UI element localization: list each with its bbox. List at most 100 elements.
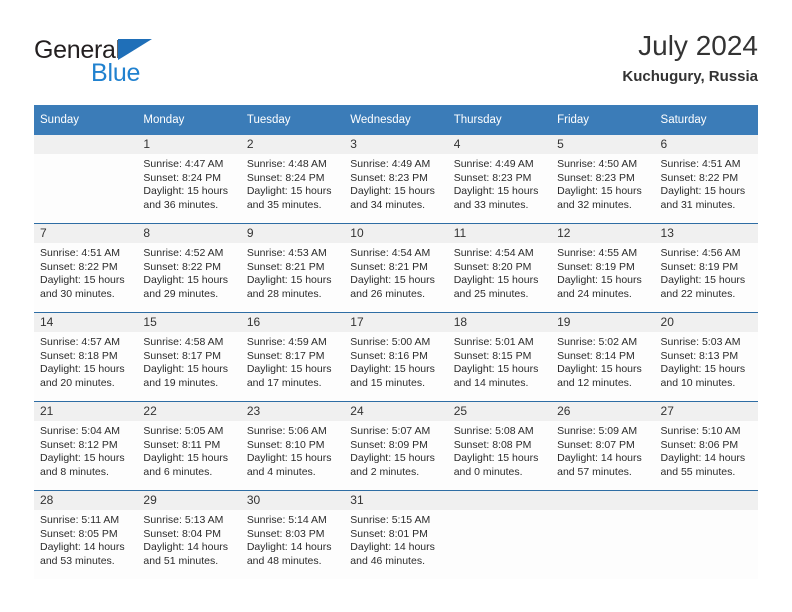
calendar-day-cell[interactable]: 1 Sunrise: 4:47 AM Sunset: 8:24 PM Daylight… [137, 135, 241, 224]
day-number: 5 [551, 135, 655, 154]
calendar-day-cell[interactable]: 20 Sunrise: 5:03 AM Sunset: 8:13 PM Dayligh… [654, 312, 758, 402]
day-details: Sunrise: 4:59 AM Sunset: 8:17 PM Daylight:… [241, 332, 344, 390]
calendar-day-cell[interactable]: 21 Sunrise: 5:04 AM Sunset: 8:12 PM Dayligh… [34, 401, 138, 491]
day-details: Sunrise: 5:04 AM Sunset: 8:12 PM Daylight:… [34, 421, 137, 479]
weekday-header-row: Sunday Monday Tuesday Wednesday Thursday Frid… [34, 105, 758, 135]
calendar-day-cell[interactable]: 13 Sunrise: 4:56 AM Sunset: 8:19 PM Dayligh… [654, 223, 758, 313]
sunrise-time: Sunrise: 4:57 AM [40, 336, 120, 348]
daylight-minutes: and 51 minutes. [143, 554, 219, 567]
calendar-day-cell[interactable]: 18 Sunrise: 5:01 AM Sunset: 8:15 PM Dayligh… [447, 312, 552, 402]
day-details: Sunrise: 5:10 AM Sunset: 8:06 PM Daylight:… [655, 421, 758, 479]
calendar-day-cell[interactable]: 9 Sunrise: 4:53 AM Sunset: 8:21 PM Daylight… [240, 223, 345, 313]
day-details: Sunrise: 5:03 AM Sunset: 8:13 PM Daylight:… [655, 332, 758, 390]
calendar-day-cell[interactable]: 15 Sunrise: 4:58 AM Sunset: 8:17 PM Dayligh… [137, 312, 241, 402]
daylight-minutes: and 19 minutes. [143, 376, 219, 389]
calendar-day-cell[interactable]: 19 Sunrise: 5:02 AM Sunset: 8:14 PM Dayligh… [551, 312, 655, 402]
calendar-day-cell[interactable]: 22 Sunrise: 5:05 AM Sunset: 8:11 PM Dayligh… [137, 401, 241, 491]
calendar-day-cell[interactable]: 25 Sunrise: 5:08 AM Sunset: 8:08 PM Dayligh… [447, 401, 552, 491]
daylight-hours: Daylight: 15 hours [557, 363, 642, 376]
day-details: Sunrise: 4:48 AM Sunset: 8:24 PM Daylight:… [241, 154, 344, 212]
calendar-week-row: 14 Sunrise: 4:57 AM Sunset: 8:18 PM Dayligh… [34, 312, 758, 402]
day-details: Sunrise: 4:49 AM Sunset: 8:23 PM Daylight:… [344, 154, 447, 212]
day-number: 31 [344, 491, 448, 510]
day-details: Sunrise: 4:50 AM Sunset: 8:23 PM Daylight:… [551, 154, 654, 212]
calendar-day-cell[interactable]: 31 Sunrise: 5:15 AM Sunset: 8:01 PM Dayligh… [344, 490, 448, 579]
daylight-minutes: and 14 minutes. [453, 376, 529, 389]
calendar-day-cell[interactable]: 16 Sunrise: 4:59 AM Sunset: 8:17 PM Dayligh… [240, 312, 345, 402]
day-cell-inner: 21 Sunrise: 5:04 AM Sunset: 8:12 PM Dayligh… [34, 402, 138, 490]
calendar-day-cell[interactable]: 29 Sunrise: 5:13 AM Sunset: 8:04 PM Dayligh… [137, 490, 241, 579]
daylight-hours: Daylight: 15 hours [246, 274, 332, 287]
calendar-day-cell[interactable]: 12 Sunrise: 4:55 AM Sunset: 8:19 PM Dayligh… [551, 223, 655, 313]
calendar-day-cell[interactable]: 2 Sunrise: 4:48 AM Sunset: 8:24 PM Daylight… [240, 135, 345, 224]
day-number: 6 [654, 135, 758, 154]
sunrise-time: Sunrise: 4:51 AM [40, 247, 120, 259]
calendar-day-cell[interactable]: 11 Sunrise: 4:54 AM Sunset: 8:20 PM Dayligh… [447, 223, 552, 313]
day-number: 21 [34, 402, 138, 421]
calendar-day-cell[interactable]: 7 Sunrise: 4:51 AM Sunset: 8:22 PM Daylight… [34, 223, 138, 313]
sunrise-time: Sunrise: 5:06 AM [246, 425, 327, 437]
day-details: Sunrise: 5:15 AM Sunset: 8:01 PM Daylight:… [344, 510, 447, 568]
calendar-day-cell[interactable]: 14 Sunrise: 4:57 AM Sunset: 8:18 PM Dayligh… [34, 312, 138, 402]
sunset-time: Sunset: 8:14 PM [557, 349, 635, 362]
day-details: Sunrise: 5:01 AM Sunset: 8:15 PM Daylight:… [448, 332, 551, 390]
daylight-hours: Daylight: 15 hours [557, 274, 642, 287]
calendar-day-cell[interactable]: 28 Sunrise: 5:11 AM Sunset: 8:05 PM Dayligh… [34, 490, 138, 579]
calendar-day-cell[interactable]: 27 Sunrise: 5:10 AM Sunset: 8:06 PM Dayligh… [654, 401, 758, 491]
calendar-day-cell[interactable]: 4 Sunrise: 4:49 AM Sunset: 8:23 PM Daylight… [447, 135, 552, 224]
calendar-day-cell[interactable]: 17 Sunrise: 5:00 AM Sunset: 8:16 PM Dayligh… [344, 312, 448, 402]
day-number [34, 135, 138, 154]
sunrise-time: Sunrise: 4:54 AM [453, 247, 534, 259]
daylight-hours: Daylight: 15 hours [453, 185, 539, 198]
weekday-header-thursday: Thursday [447, 105, 552, 135]
sunrise-time: Sunrise: 4:56 AM [660, 247, 741, 259]
day-cell-inner: 27 Sunrise: 5:10 AM Sunset: 8:06 PM Dayligh… [654, 402, 758, 490]
day-number [447, 491, 552, 510]
daylight-hours: Daylight: 14 hours [557, 452, 642, 465]
day-number: 29 [137, 491, 241, 510]
day-number: 8 [137, 224, 241, 243]
daylight-minutes: and 4 minutes. [246, 465, 316, 478]
sunset-time: Sunset: 8:23 PM [350, 171, 428, 184]
day-details [34, 154, 137, 158]
day-details: Sunrise: 5:13 AM Sunset: 8:04 PM Daylight:… [137, 510, 240, 568]
calendar-day-cell[interactable]: 6 Sunrise: 4:51 AM Sunset: 8:22 PM Daylight… [654, 135, 758, 224]
sunset-time: Sunset: 8:23 PM [453, 171, 532, 184]
sunset-time: Sunset: 8:04 PM [143, 527, 222, 540]
day-details: Sunrise: 4:56 AM Sunset: 8:19 PM Daylight:… [655, 243, 758, 301]
daylight-hours: Daylight: 14 hours [350, 541, 435, 554]
weekday-header-tuesday: Tuesday [240, 105, 345, 135]
day-details: Sunrise: 5:09 AM Sunset: 8:07 PM Daylight:… [551, 421, 654, 479]
day-number: 11 [447, 224, 552, 243]
daylight-minutes: and 33 minutes. [453, 198, 529, 211]
calendar-day-cell[interactable]: 10 Sunrise: 4:54 AM Sunset: 8:21 PM Dayligh… [344, 223, 448, 313]
calendar-body: 1 Sunrise: 4:47 AM Sunset: 8:24 PM Daylight… [34, 135, 758, 579]
day-cell-inner: 5 Sunrise: 4:50 AM Sunset: 8:23 PM Daylight… [551, 135, 655, 223]
day-details [551, 510, 654, 514]
sunrise-time: Sunrise: 4:48 AM [246, 158, 327, 170]
daylight-hours: Daylight: 15 hours [143, 185, 229, 198]
day-number: 15 [137, 313, 241, 332]
calendar-day-cell[interactable]: 26 Sunrise: 5:09 AM Sunset: 8:07 PM Dayligh… [551, 401, 655, 491]
day-cell-inner: 16 Sunrise: 4:59 AM Sunset: 8:17 PM Dayligh… [240, 313, 345, 401]
day-number: 22 [137, 402, 241, 421]
day-number: 9 [240, 224, 345, 243]
calendar-day-cell[interactable]: 30 Sunrise: 5:14 AM Sunset: 8:03 PM Dayligh… [240, 490, 345, 579]
sunrise-time: Sunrise: 5:15 AM [350, 514, 431, 526]
calendar-page: General Blue July 2024 Kuchugury, Russia… [0, 0, 792, 612]
calendar-empty-cell [34, 135, 138, 224]
calendar-day-cell[interactable]: 8 Sunrise: 4:52 AM Sunset: 8:22 PM Daylight… [137, 223, 241, 313]
calendar-day-cell[interactable]: 3 Sunrise: 4:49 AM Sunset: 8:23 PM Daylight… [344, 135, 448, 224]
logo-top-row: General [34, 36, 264, 64]
day-number: 12 [551, 224, 655, 243]
calendar-day-cell[interactable]: 24 Sunrise: 5:07 AM Sunset: 8:09 PM Dayligh… [344, 401, 448, 491]
daylight-minutes: and 48 minutes. [246, 554, 322, 567]
daylight-minutes: and 36 minutes. [143, 198, 219, 211]
calendar-day-cell[interactable]: 23 Sunrise: 5:06 AM Sunset: 8:10 PM Dayligh… [240, 401, 345, 491]
sunrise-time: Sunrise: 5:09 AM [557, 425, 638, 437]
daylight-hours: Daylight: 15 hours [453, 274, 539, 287]
daylight-minutes: and 17 minutes. [246, 376, 322, 389]
calendar-day-cell[interactable]: 5 Sunrise: 4:50 AM Sunset: 8:23 PM Daylight… [551, 135, 655, 224]
sunset-time: Sunset: 8:23 PM [557, 171, 635, 184]
daylight-minutes: and 32 minutes. [557, 198, 632, 211]
